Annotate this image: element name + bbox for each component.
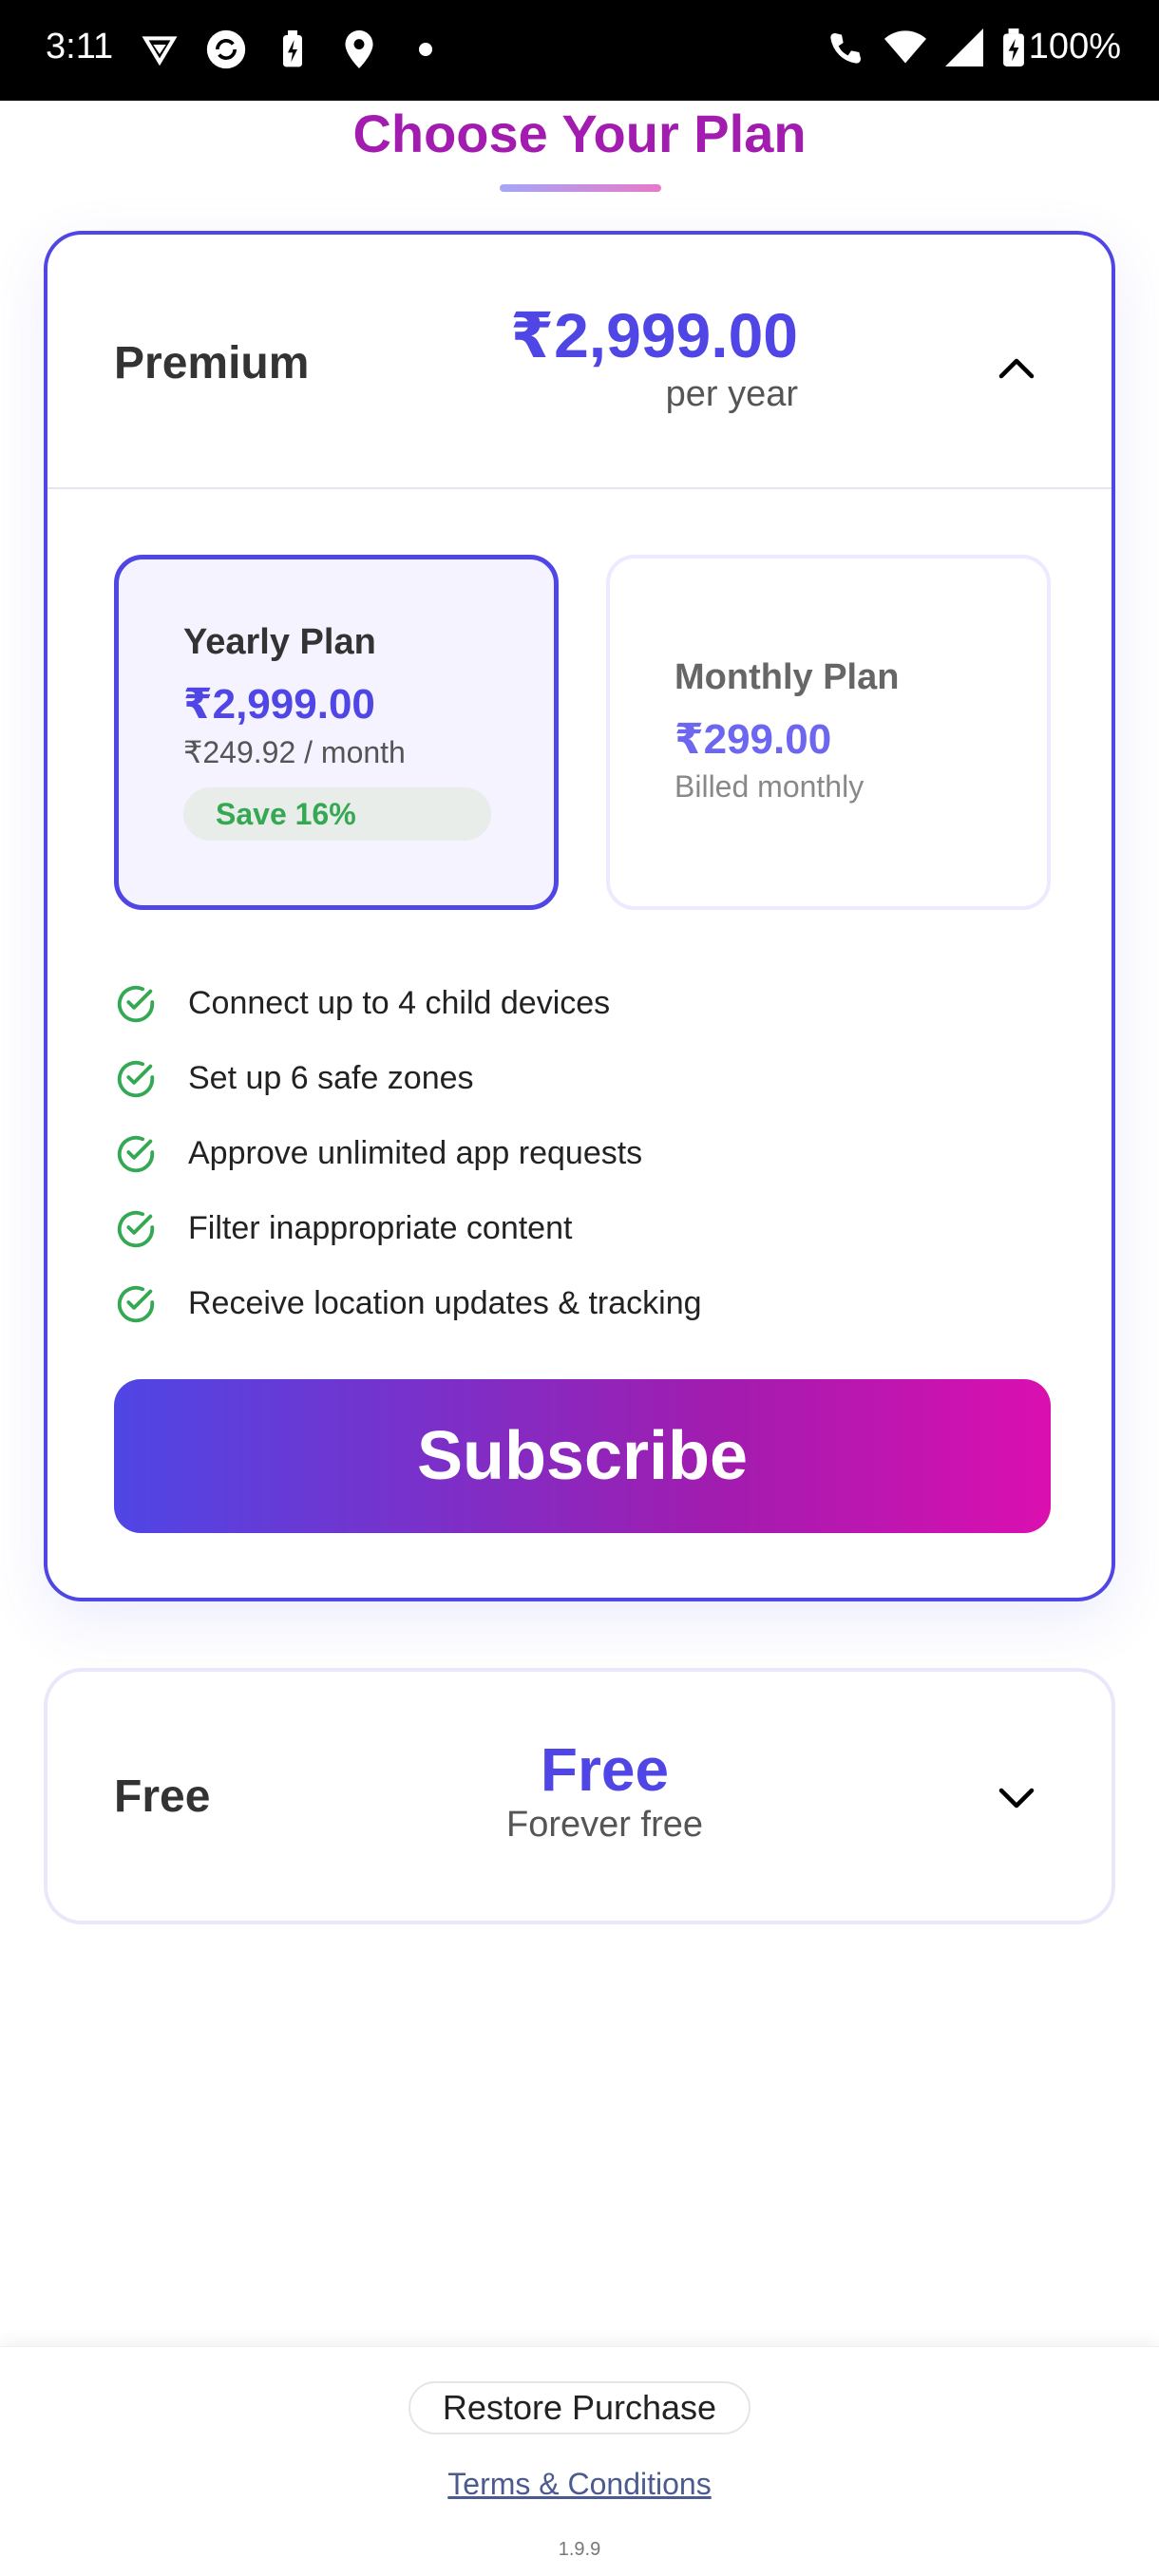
feature-text: Receive location updates & tracking	[188, 1285, 702, 1321]
monthly-plan-title: Monthly Plan	[674, 657, 900, 697]
collapse-premium-button[interactable]	[988, 339, 1045, 396]
yearly-plan-price: ₹2,999.00	[183, 681, 375, 728]
page-title: Choose Your Plan	[352, 104, 807, 163]
free-plan-name: Free	[114, 1771, 211, 1822]
title-underline	[500, 184, 661, 192]
battery-icon	[1002, 28, 1024, 66]
battery-saver-icon	[272, 28, 314, 70]
signal-icon	[944, 28, 983, 66]
check-circle-icon	[114, 1057, 158, 1101]
yearly-plan-title: Yearly Plan	[183, 622, 376, 662]
status-left-icons	[139, 28, 446, 70]
feature-item: Receive location updates & tracking	[114, 1266, 702, 1341]
premium-header-price: ₹2,999.00 per year	[510, 301, 798, 415]
feature-item: Filter inappropriate content	[114, 1191, 702, 1266]
footer: Restore Purchase Terms & Conditions 1.9.…	[0, 2346, 1159, 2576]
premium-plan-name: Premium	[114, 338, 310, 388]
free-plan-card[interactable]: Free Free Forever free	[44, 1668, 1115, 1924]
feature-text: Approve unlimited app requests	[188, 1135, 643, 1171]
monthly-plan-billing: Billed monthly	[674, 769, 864, 804]
monthly-plan-price: ₹299.00	[674, 716, 832, 763]
vpn-icon	[139, 28, 180, 70]
feature-text: Connect up to 4 child devices	[188, 985, 611, 1021]
feature-item: Set up 6 safe zones	[114, 1041, 702, 1116]
check-circle-icon	[114, 1282, 158, 1326]
wifi-calling-icon	[830, 32, 861, 64]
free-period: Forever free	[506, 1805, 703, 1846]
feature-item: Approve unlimited app requests	[114, 1116, 702, 1191]
free-header-price: Free Forever free	[506, 1736, 703, 1846]
premium-card-header[interactable]: Premium ₹2,999.00 per year	[48, 235, 1112, 489]
restore-purchase-button[interactable]: Restore Purchase	[408, 2381, 750, 2434]
location-icon	[338, 28, 380, 70]
status-time: 3:11	[46, 27, 114, 66]
check-circle-icon	[114, 982, 158, 1026]
premium-price: ₹2,999.00	[510, 300, 798, 370]
check-circle-icon	[114, 1207, 158, 1251]
premium-period: per year	[665, 373, 798, 414]
expand-free-button[interactable]	[988, 1771, 1045, 1828]
terms-link[interactable]: Terms & Conditions	[0, 2467, 1159, 2502]
save-badge: Save 16%	[183, 787, 491, 841]
status-right: 100%	[827, 27, 1121, 67]
wifi-icon	[884, 29, 926, 63]
check-circle-icon	[114, 1132, 158, 1176]
premium-plan-card: Premium ₹2,999.00 per year Yearly Plan ₹…	[44, 231, 1115, 1601]
yearly-plan-monthly-equivalent: ₹249.92 / month	[183, 735, 406, 769]
status-bar: 3:11 100%	[0, 0, 1159, 101]
sync-icon	[205, 28, 247, 70]
yearly-plan-option[interactable]: Yearly Plan ₹2,999.00 ₹249.92 / month Sa…	[114, 555, 559, 910]
feature-text: Set up 6 safe zones	[188, 1060, 474, 1096]
chevron-up-icon	[998, 358, 1035, 379]
chevron-down-icon	[998, 1788, 1035, 1809]
monthly-plan-option[interactable]: Monthly Plan ₹299.00 Billed monthly	[606, 555, 1051, 910]
subscribe-button[interactable]: Subscribe	[114, 1379, 1051, 1533]
battery-percent: 100%	[1028, 27, 1121, 66]
free-price: Free	[540, 1735, 670, 1804]
dot-icon	[405, 28, 446, 70]
app-version: 1.9.9	[558, 2539, 601, 2560]
feature-item: Connect up to 4 child devices	[114, 966, 702, 1041]
feature-text: Filter inappropriate content	[188, 1210, 573, 1246]
feature-list: Connect up to 4 child devices Set up 6 s…	[114, 966, 702, 1341]
